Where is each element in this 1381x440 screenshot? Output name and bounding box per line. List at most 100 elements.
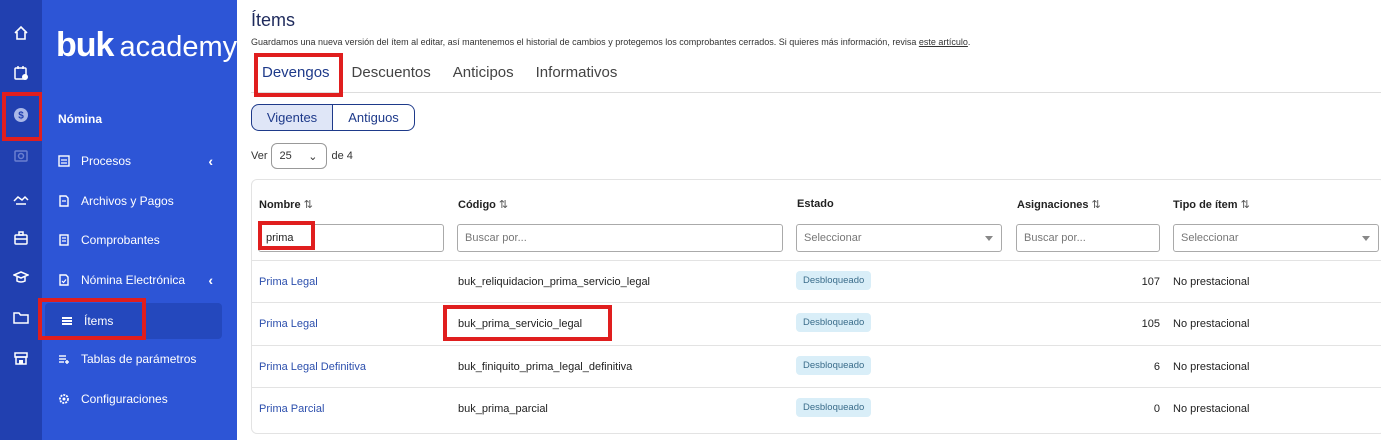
devengos-tab-highlight <box>254 53 343 97</box>
receipt-icon <box>58 234 70 246</box>
sort-icon[interactable]: ⇅ <box>1241 199 1250 211</box>
item-code: buk_finiquito_prima_legal_definitiva <box>458 361 633 373</box>
asignaciones-filter-input[interactable]: Buscar por... <box>1016 224 1160 252</box>
status-badge: Desbloqueado <box>796 271 872 290</box>
caret-down-icon <box>1362 236 1370 241</box>
codigo-filter-input[interactable]: Buscar por... <box>457 224 783 252</box>
calculator-icon <box>58 155 70 167</box>
table-row: Prima Parcial buk_prima_parcial Desbloqu… <box>252 387 1381 429</box>
sidebar-item-configuraciones[interactable]: Configuraciones <box>42 381 237 417</box>
store-icon[interactable] <box>8 345 34 371</box>
page-description: Guardamos una nueva versión del ítem al … <box>251 37 970 47</box>
tab-anticipos[interactable]: Anticipos <box>442 56 525 92</box>
page-title: Ítems <box>251 10 296 30</box>
chevron-down-icon: ⌄ <box>308 150 318 163</box>
sidebar-item-label: Nómina Electrónica <box>81 273 186 287</box>
code-cell-highlight <box>443 305 612 341</box>
header-label: Tipo de ítem <box>1173 199 1238 211</box>
items-table: Nombre ⇅ Código ⇅ Estado Asignaciones ⇅ Tip… <box>251 179 1381 434</box>
header-label: Asignaciones <box>1017 199 1089 211</box>
sidebar-item-procesos[interactable]: Procesos ‹ <box>42 143 237 179</box>
sidebar-item-archivos[interactable]: Archivos y Pagos <box>42 183 237 219</box>
header-estado: Estado <box>797 198 834 210</box>
item-type: No prestacional <box>1173 403 1250 415</box>
list-add-icon <box>58 353 70 365</box>
home-icon[interactable] <box>8 20 34 46</box>
sidebar-item-label: Configuraciones <box>81 392 168 406</box>
camera-icon[interactable] <box>8 142 34 168</box>
item-type: No prestacional <box>1173 318 1250 330</box>
item-name-link[interactable]: Prima Legal <box>259 318 318 330</box>
chevron-left-icon[interactable]: ‹ <box>208 153 213 169</box>
help-article-link[interactable]: este artículo <box>919 37 968 47</box>
estado-filter-placeholder: Seleccionar <box>804 232 862 244</box>
briefcase-icon[interactable] <box>8 225 34 251</box>
file-icon <box>58 195 70 207</box>
page-description-text: Guardamos una nueva versión del ítem al … <box>251 37 917 47</box>
status-segmented-control: Vigentes Antiguos <box>251 104 415 131</box>
item-assignments: 0 <box>1153 403 1160 415</box>
sidebar-item-label: Comprobantes <box>81 233 160 247</box>
sidebar-item-tablas[interactable]: Tablas de parámetros <box>42 341 237 377</box>
sort-icon[interactable]: ⇅ <box>499 199 508 211</box>
tipo-filter-placeholder: Seleccionar <box>1181 232 1239 244</box>
tab-informativos[interactable]: Informativos <box>525 56 629 92</box>
item-code: buk_reliquidacion_prima_servicio_legal <box>458 276 651 288</box>
table-row: Prima Legal Definitiva buk_finiquito_pri… <box>252 345 1381 387</box>
estado-filter-select[interactable]: Seleccionar <box>796 224 1002 252</box>
folder-icon[interactable] <box>8 304 34 330</box>
item-name-link[interactable]: Prima Parcial <box>259 403 324 415</box>
status-badge: Desbloqueado <box>796 356 872 375</box>
document-check-icon <box>58 274 70 286</box>
item-name-link[interactable]: Prima Legal <box>259 276 318 288</box>
table-row: Prima Legal buk_reliquidacion_prima_serv… <box>252 260 1381 302</box>
chevron-left-icon[interactable]: ‹ <box>208 272 213 288</box>
sidebar-item-comprobantes[interactable]: Comprobantes <box>42 222 237 258</box>
item-assignments: 107 <box>1141 276 1160 288</box>
sort-icon[interactable]: ⇅ <box>1092 199 1101 211</box>
header-codigo[interactable]: Código ⇅ <box>458 198 508 211</box>
table-row: Prima Legal buk_prima_servicio_legal Des… <box>252 302 1381 344</box>
handshake-icon[interactable] <box>8 186 34 212</box>
items-menu-highlight <box>38 298 146 340</box>
pager: Ver 25 ⌄ de 4 <box>251 143 353 169</box>
header-label: Estado <box>797 198 834 210</box>
segment-antiguos[interactable]: Antiguos <box>333 104 415 131</box>
caret-down-icon <box>985 236 993 241</box>
sidebar-item-label: Tablas de parámetros <box>81 352 197 366</box>
item-assignments: 6 <box>1153 361 1160 373</box>
graduation-cap-icon[interactable] <box>8 264 34 290</box>
sidebar-item-nomina-electronica[interactable]: Nómina Electrónica ‹ <box>42 262 237 298</box>
item-code: buk_prima_parcial <box>458 403 548 415</box>
tipo-filter-select[interactable]: Seleccionar <box>1173 224 1379 252</box>
header-asignaciones[interactable]: Asignaciones ⇅ <box>1017 198 1101 211</box>
item-name-link[interactable]: Prima Legal Definitiva <box>259 361 366 373</box>
sidebar-item-label: Procesos <box>81 154 132 168</box>
segment-vigentes[interactable]: Vigentes <box>251 104 333 131</box>
money-icon-highlight <box>2 92 43 141</box>
header-label: Nombre <box>259 199 301 211</box>
header-label: Código <box>458 199 496 211</box>
status-badge: Desbloqueado <box>796 313 872 332</box>
tab-descuentos[interactable]: Descuentos <box>341 56 442 92</box>
item-type: No prestacional <box>1173 276 1250 288</box>
page-description-end: . <box>967 37 971 47</box>
sidebar-item-label: Archivos y Pagos <box>81 194 174 208</box>
gear-icon <box>58 393 70 405</box>
logo-brand: buk <box>56 26 114 64</box>
sort-icon[interactable]: ⇅ <box>304 199 313 211</box>
header-nombre[interactable]: Nombre ⇅ <box>259 198 313 211</box>
per-page-select[interactable]: 25 ⌄ <box>270 143 327 169</box>
logo-product: academy <box>119 31 238 63</box>
pager-suffix: de 4 <box>331 150 353 162</box>
logo: buk academy <box>56 26 237 65</box>
sidebar: buk academy Nómina Procesos ‹ Archivos y… <box>42 0 237 440</box>
nombre-filter-highlight <box>258 221 315 250</box>
sidebar-section-title: Nómina <box>58 112 103 126</box>
status-badge: Desbloqueado <box>796 398 872 417</box>
header-tipo[interactable]: Tipo de ítem ⇅ <box>1173 198 1250 211</box>
main-content: Ítems Guardamos una nueva versión del ít… <box>237 0 1381 440</box>
calendar-icon[interactable] <box>8 60 34 86</box>
tabs-divider <box>251 92 1381 93</box>
pager-prefix: Ver <box>251 150 268 162</box>
